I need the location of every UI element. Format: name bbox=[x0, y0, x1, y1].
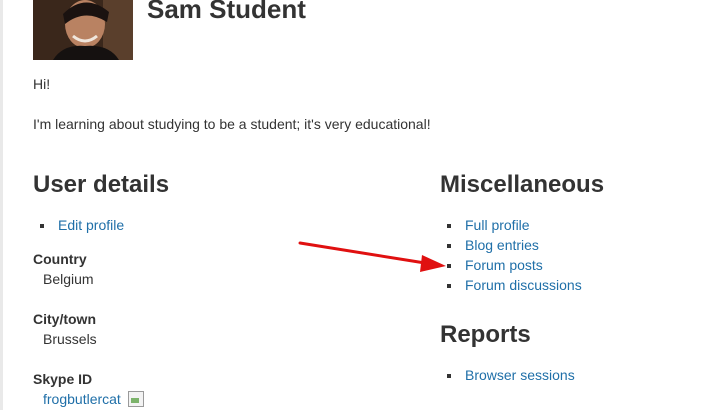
skype-label: Skype ID bbox=[33, 371, 93, 387]
city-label: City/town bbox=[33, 311, 96, 327]
edit-profile-link[interactable]: Edit profile bbox=[58, 217, 124, 233]
skype-value: frogbutlercat bbox=[43, 389, 144, 409]
list-item: Forum discussions bbox=[440, 275, 582, 295]
reports-links: Browser sessions bbox=[440, 365, 575, 385]
page-title: Sam Student bbox=[147, 0, 306, 24]
reports-heading: Reports bbox=[440, 321, 531, 348]
miscellaneous-links: Full profile Blog entries Forum posts Fo… bbox=[440, 215, 582, 295]
profile-description-line: Hi! bbox=[33, 76, 51, 92]
list-item: Browser sessions bbox=[440, 365, 575, 385]
browser-sessions-link[interactable]: Browser sessions bbox=[465, 367, 575, 383]
list-item: Edit profile bbox=[33, 215, 124, 235]
forum-posts-link[interactable]: Forum posts bbox=[465, 257, 543, 273]
user-details-links: Edit profile bbox=[33, 215, 124, 235]
forum-discussions-link[interactable]: Forum discussions bbox=[465, 277, 582, 293]
list-item: Full profile bbox=[440, 215, 582, 235]
country-value: Belgium bbox=[43, 271, 94, 287]
skype-id-link[interactable]: frogbutlercat bbox=[43, 391, 121, 407]
blog-entries-link[interactable]: Blog entries bbox=[465, 237, 539, 253]
annotation-arrow-icon bbox=[298, 241, 446, 272]
user-details-heading: User details bbox=[33, 171, 170, 198]
user-avatar[interactable] bbox=[33, 0, 133, 60]
list-item: Forum posts bbox=[440, 255, 582, 275]
list-item: Blog entries bbox=[440, 235, 582, 255]
country-label: Country bbox=[33, 251, 87, 267]
page-left-border bbox=[0, 0, 3, 410]
broken-image-icon bbox=[127, 391, 144, 407]
full-profile-link[interactable]: Full profile bbox=[465, 217, 530, 233]
city-value: Brussels bbox=[43, 331, 97, 347]
profile-description-line: I'm learning about studying to be a stud… bbox=[33, 116, 431, 132]
miscellaneous-heading: Miscellaneous bbox=[440, 171, 605, 198]
